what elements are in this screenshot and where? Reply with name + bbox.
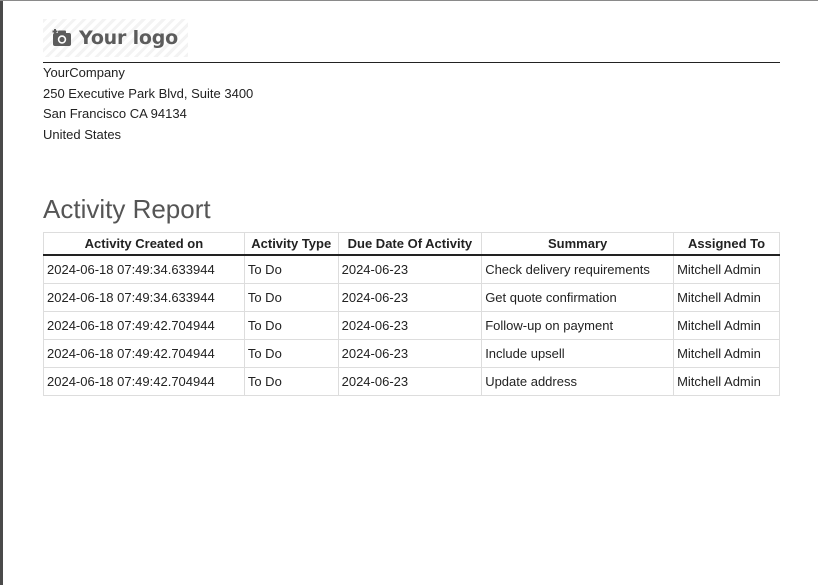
cell-summary: Update address	[481, 367, 675, 396]
column-header-assigned-to: Assigned To	[673, 232, 780, 256]
column-header-due-date: Due Date Of Activity	[337, 232, 483, 256]
cell-assigned-to: Mitchell Admin	[673, 283, 780, 312]
company-logo: Your logo	[43, 19, 188, 57]
cell-created-on: 2024-06-18 07:49:42.704944	[43, 339, 245, 368]
cell-assigned-to: Mitchell Admin	[673, 311, 780, 340]
cell-due-date: 2024-06-23	[337, 311, 483, 340]
cell-summary: Include upsell	[481, 339, 675, 368]
cell-due-date: 2024-06-23	[337, 283, 483, 312]
cell-summary: Follow-up on payment	[481, 311, 675, 340]
viewer-top-edge	[0, 0, 818, 1]
table-row: 2024-06-18 07:49:34.633944 To Do 2024-06…	[43, 254, 780, 284]
company-city: San Francisco CA 94134	[43, 106, 187, 121]
column-header-created-on: Activity Created on	[43, 232, 245, 256]
cell-created-on: 2024-06-18 07:49:34.633944	[43, 254, 245, 284]
table-row: 2024-06-18 07:49:42.704944 To Do 2024-06…	[43, 367, 780, 396]
cell-due-date: 2024-06-23	[337, 339, 483, 368]
column-header-summary: Summary	[481, 232, 675, 256]
cell-assigned-to: Mitchell Admin	[673, 367, 780, 396]
viewer-left-edge	[0, 0, 3, 585]
camera-icon	[52, 29, 71, 46]
company-name: YourCompany	[43, 65, 125, 80]
activity-table: Activity Created on Activity Type Due Da…	[43, 232, 780, 396]
cell-activity-type: To Do	[243, 283, 339, 312]
column-header-activity-type: Activity Type	[243, 232, 339, 256]
cell-assigned-to: Mitchell Admin	[673, 339, 780, 368]
cell-summary: Check delivery requirements	[481, 254, 675, 284]
company-country: United States	[43, 126, 122, 142]
logo-text: Your logo	[79, 27, 178, 49]
report-title: Activity Report	[43, 194, 211, 224]
cell-due-date: 2024-06-23	[337, 367, 483, 396]
table-row: 2024-06-18 07:49:42.704944 To Do 2024-06…	[43, 339, 780, 368]
company-street: 250 Executive Park Blvd, Suite 3400	[43, 85, 254, 101]
company-address: YourCompany 250 Executive Park Blvd, Sui…	[43, 63, 253, 145]
cell-assigned-to: Mitchell Admin	[673, 254, 780, 284]
table-row: 2024-06-18 07:49:42.704944 To Do 2024-06…	[43, 311, 780, 340]
cell-created-on: 2024-06-18 07:49:42.704944	[43, 311, 245, 340]
table-row: 2024-06-18 07:49:34.633944 To Do 2024-06…	[43, 283, 780, 312]
cell-due-date: 2024-06-23	[337, 254, 483, 284]
cell-activity-type: To Do	[243, 367, 339, 396]
cell-activity-type: To Do	[243, 254, 339, 284]
cell-activity-type: To Do	[243, 339, 339, 368]
cell-created-on: 2024-06-18 07:49:34.633944	[43, 283, 245, 312]
cell-summary: Get quote confirmation	[481, 283, 675, 312]
table-header-row: Activity Created on Activity Type Due Da…	[43, 232, 780, 256]
cell-created-on: 2024-06-18 07:49:42.704944	[43, 367, 245, 396]
cell-activity-type: To Do	[243, 311, 339, 340]
